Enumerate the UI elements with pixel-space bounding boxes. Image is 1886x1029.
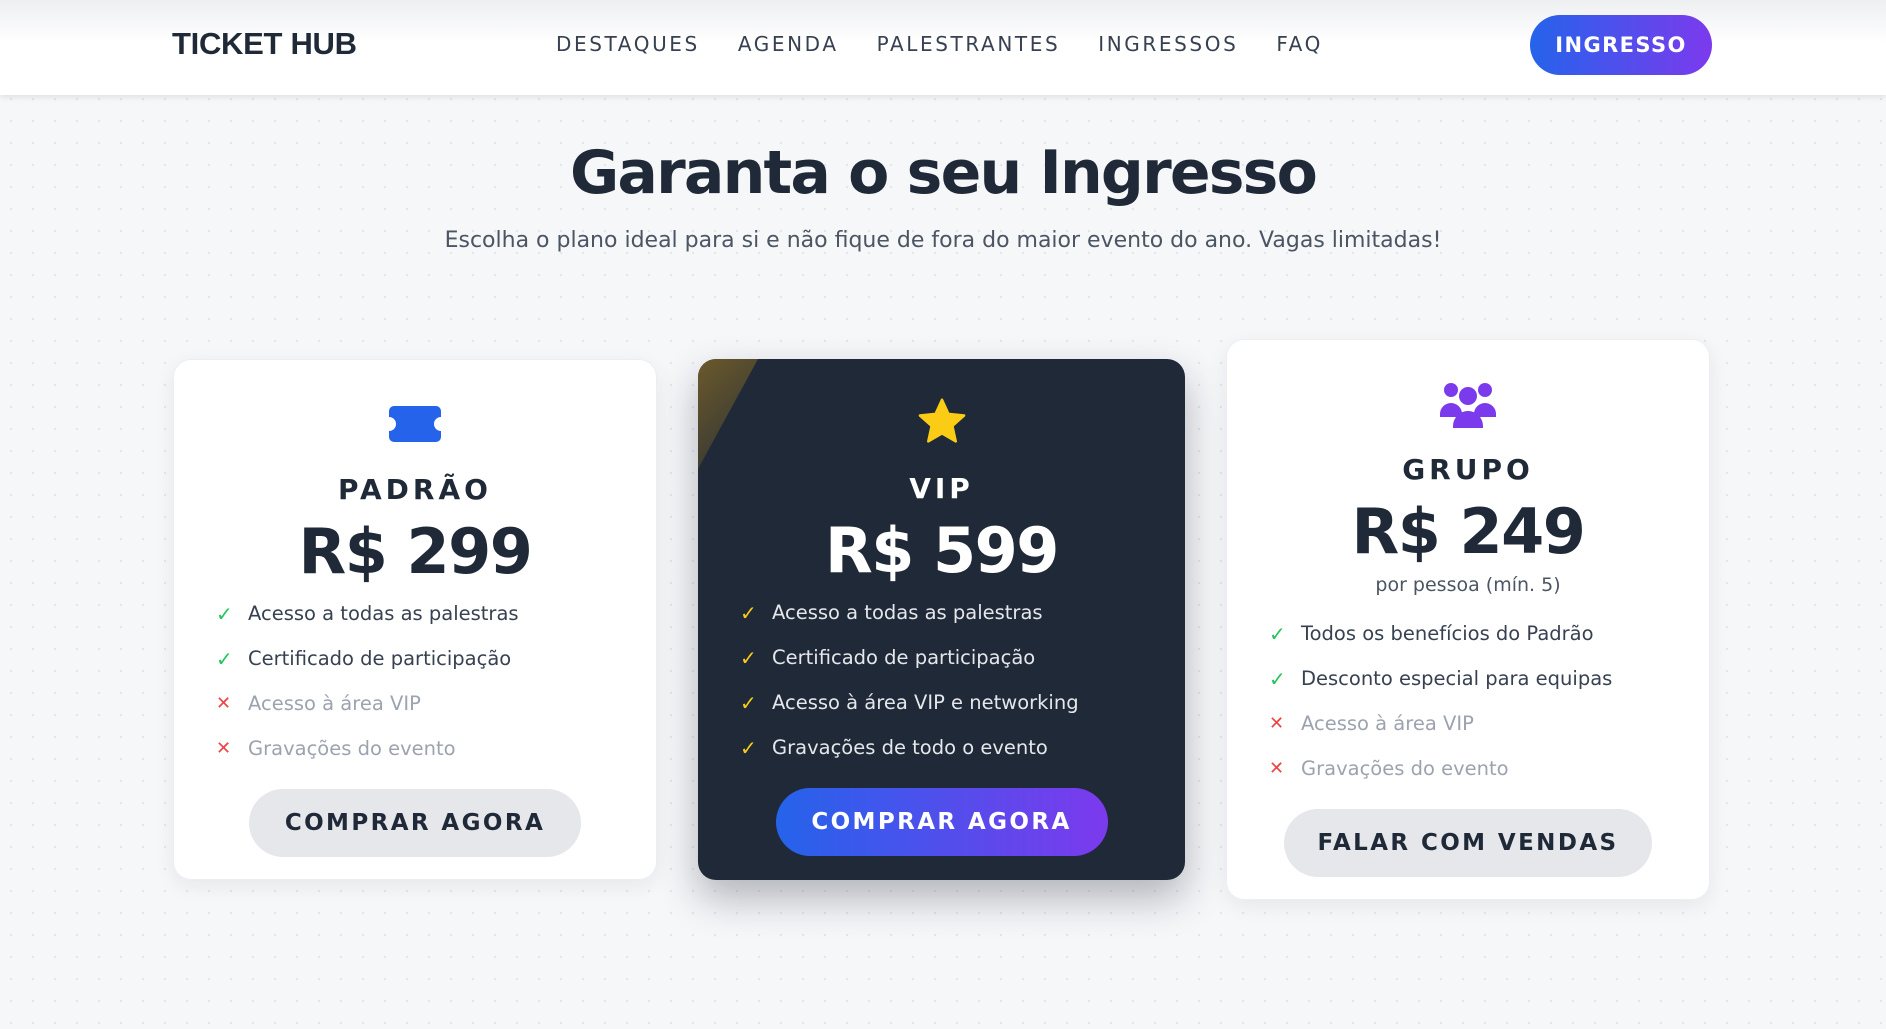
feature-item: ✕ Acesso à área VIP (216, 681, 519, 726)
check-icon: ✓ (740, 600, 757, 625)
feature-text: Gravações de todo o evento (772, 736, 1048, 759)
site-header: TICKET HUB DESTAQUES AGENDA PALESTRANTES… (0, 0, 1886, 95)
feature-item: ✕ Gravações do evento (1269, 746, 1612, 791)
feature-item: ✓ Certificado de participação (740, 635, 1079, 680)
price-note: por pessoa (mín. 5) (1375, 574, 1561, 596)
feature-text: Certificado de participação (248, 647, 512, 670)
feature-item: ✓ Desconto especial para equipas (1269, 656, 1612, 701)
feature-item: ✓ Acesso à área VIP e networking (740, 680, 1079, 725)
feature-text: Acesso à área VIP (1301, 712, 1474, 735)
feature-item: ✓ Gravações de todo o evento (740, 725, 1079, 770)
feature-text: Todos os benefícios do Padrão (1301, 622, 1594, 645)
check-icon: ✓ (1269, 621, 1286, 646)
feature-text: Acesso à área VIP (248, 692, 421, 715)
main-nav: DESTAQUES AGENDA PALESTRANTES INGRESSOS … (556, 32, 1361, 56)
plan-name: VIP (909, 472, 974, 505)
feature-list: ✓ Acesso a todas as palestras ✓ Certificad… (216, 591, 519, 771)
check-icon: ✓ (216, 601, 233, 626)
plan-card-padrao: PADRÃO R$ 299 ✓ Acesso a todas as palestr… (173, 359, 657, 880)
feature-text: Gravações do evento (1301, 757, 1509, 780)
feature-item: ✕ Gravações do evento (216, 726, 519, 771)
users-group-icon (1227, 380, 1709, 428)
nav-link-agenda[interactable]: AGENDA (738, 32, 839, 56)
plan-card-grupo: GRUPO R$ 249 por pessoa (mín. 5) ✓ Todos … (1226, 339, 1710, 900)
feature-item: ✕ Acesso à área VIP (1269, 701, 1612, 746)
buy-now-button[interactable]: COMPRAR AGORA (775, 788, 1108, 856)
logo[interactable]: TICKET HUB (172, 26, 357, 62)
ingresso-button[interactable]: INGRESSO (1530, 15, 1712, 75)
feature-text: Acesso à área VIP e networking (772, 691, 1079, 714)
plan-price: R$ 299 (298, 515, 533, 588)
contact-sales-button[interactable]: FALAR COM VENDAS (1284, 809, 1652, 877)
nav-link-destaques[interactable]: DESTAQUES (556, 32, 700, 56)
feature-item: ✓ Todos os benefícios do Padrão (1269, 611, 1612, 656)
nav-link-palestrantes[interactable]: PALESTRANTES (877, 32, 1061, 56)
check-icon: ✓ (740, 735, 757, 760)
cross-icon: ✕ (1269, 713, 1285, 734)
ticket-icon (174, 406, 656, 442)
feature-text: Certificado de participação (772, 646, 1036, 669)
page-subtitle: Escolha o plano ideal para si e não fiqu… (444, 228, 1442, 253)
check-icon: ✓ (740, 690, 757, 715)
nav-link-ingressos[interactable]: INGRESSOS (1098, 32, 1238, 56)
feature-list: ✓ Todos os benefícios do Padrão ✓ Desconto… (1269, 611, 1612, 791)
feature-item: ✓ Acesso a todas as palestras (740, 590, 1079, 635)
buy-now-button[interactable]: COMPRAR AGORA (249, 789, 581, 857)
feature-item: ✓ Acesso a todas as palestras (216, 591, 519, 636)
cross-icon: ✕ (216, 693, 232, 714)
plan-card-vip: VIP R$ 599 ✓ Acesso a todas as palestras … (698, 359, 1185, 880)
page-title: Garanta o seu Ingresso (569, 138, 1318, 208)
feature-item: ✓ Certificado de participação (216, 636, 519, 681)
feature-list: ✓ Acesso a todas as palestras ✓ Certificad… (740, 590, 1079, 770)
check-icon: ✓ (740, 645, 757, 670)
feature-text: Acesso a todas as palestras (248, 602, 519, 625)
check-icon: ✓ (216, 646, 233, 671)
cross-icon: ✕ (216, 738, 232, 759)
feature-text: Gravações do evento (248, 737, 456, 760)
plan-name: PADRÃO (338, 473, 492, 506)
check-icon: ✓ (1269, 666, 1286, 691)
plan-price: R$ 249 (1351, 495, 1586, 568)
cross-icon: ✕ (1269, 758, 1285, 779)
feature-text: Desconto especial para equipas (1301, 667, 1613, 690)
feature-text: Acesso a todas as palestras (772, 601, 1043, 624)
plan-name: GRUPO (1402, 453, 1534, 486)
nav-link-faq[interactable]: FAQ (1276, 32, 1323, 56)
plan-price: R$ 599 (825, 514, 1059, 587)
star-icon (698, 398, 1185, 446)
